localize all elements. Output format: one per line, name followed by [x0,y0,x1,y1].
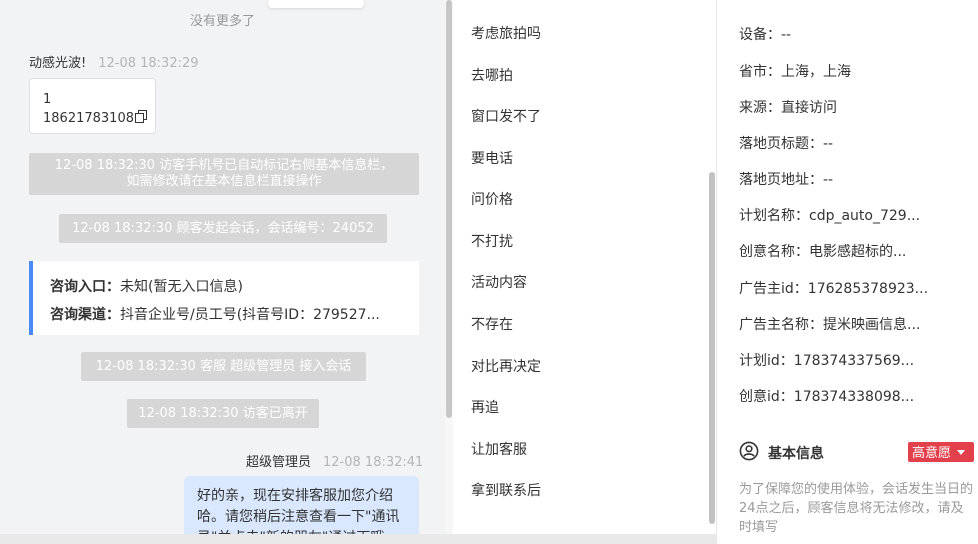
quick-reply-item[interactable]: 活动内容 [471,272,527,292]
info-field-plan-name: 计划名称：cdp_auto_729... [739,205,920,225]
field-value: -- [781,27,792,43]
phone-number: 18621783108 [43,111,134,126]
copy-icon[interactable] [134,110,147,129]
field-label: 来源： [739,100,781,116]
field-label: 落地页地址： [739,172,823,188]
field-value: 电影感超标的... [809,244,907,260]
info-edit-notice: 为了保障您的使用体验，会话发生当日的24点之后，顾客信息将无法修改，请及时填写 [739,482,974,535]
system-message-line: 如需修改请在基本信息栏直接操作 [126,174,322,189]
info-field-plan-id: 计划id：178374337569... [739,350,914,370]
phone-card: 1 18621783108 [29,78,156,134]
quick-reply-item[interactable]: 拿到联系后 [471,480,541,500]
info-field-creative-name: 创意名称：电影感超标的... [739,241,906,261]
field-label: 创意id： [739,389,794,405]
system-message-line: 12-08 18:32:30 访客手机号已自动标记右侧基本信息栏， [54,158,394,173]
field-value: 提米映画信息... [823,317,921,333]
basic-info-title: 基本信息 [768,446,824,462]
top-popup-edge [268,0,364,8]
info-field-advertiser-id: 广告主id：176285378923... [739,278,928,298]
field-value: 178374338098... [793,389,915,405]
consult-info-card: 咨询入口：未知(暂无入口信息) 咨询渠道：抖音企业号/员工号(抖音号ID：279… [29,261,419,335]
quick-reply-item[interactable]: 对比再决定 [471,356,541,376]
chat-scrollbar-thumb[interactable] [446,0,452,418]
quick-reply-item[interactable]: 不打扰 [471,231,513,251]
field-label: 计划名称： [739,208,809,224]
info-field-landing-url: 落地页地址：-- [739,169,833,189]
consult-channel-value: 抖音企业号/员工号(抖音号ID：279527... [120,307,380,323]
info-field-landing-title: 落地页标题：-- [739,133,833,153]
field-label: 计划id： [739,353,794,369]
field-label: 广告主名称： [739,317,823,333]
system-message-session-start: 12-08 18:32:30 顾客发起会话，会话编号：24052 [59,214,387,243]
info-field-advertiser-name: 广告主名称：提米映画信息... [739,314,920,334]
visitor-info-panel: 设备：-- 省市：上海，上海 来源：直接访问 落地页标题：-- 落地页地址：--… [717,0,978,544]
agent-reply-bubble: 好的亲，现在安排客服加您介绍哈。请您稍后注意查看一下"通讯录"并点击"新的朋友"… [184,476,419,534]
quick-reply-scrollbar[interactable] [708,0,716,534]
visitor-message-header: 动感光波! 12-08 18:32:29 [29,52,199,71]
bottom-horizontal-bar [0,534,716,544]
system-message-phone-marked: 12-08 18:32:30 访客手机号已自动标记右侧基本信息栏， 如需修改请在… [29,153,419,195]
agent-message-header: 超级管理员 12-08 18:32:41 [246,451,423,470]
field-value: cdp_auto_729... [809,208,921,224]
quick-reply-item[interactable]: 再追 [471,397,499,417]
chat-panel: 没有更多了 动感光波! 12-08 18:32:29 1 18621783108 … [0,0,445,534]
field-value: 直接访问 [781,100,837,116]
visitor-name: 动感光波! [29,56,87,71]
quick-reply-item[interactable]: 不存在 [471,314,513,334]
field-value: 上海，上海 [781,64,851,80]
quick-reply-item[interactable]: 去哪拍 [471,65,513,85]
field-label: 省市： [739,64,781,80]
field-label: 落地页标题： [739,136,823,152]
quick-reply-item[interactable]: 让加客服 [471,439,527,459]
field-label: 设备： [739,27,781,43]
field-value: -- [823,172,834,188]
consult-channel-label: 咨询渠道： [50,307,120,323]
field-label: 广告主id： [739,281,808,297]
intent-level-dropdown[interactable]: 高意愿 [908,442,974,462]
quick-reply-scrollbar-thumb[interactable] [709,172,715,524]
visitor-message-time: 12-08 18:32:29 [98,56,199,71]
info-field-source: 来源：直接访问 [739,97,837,117]
caret-down-icon [957,442,966,462]
quick-reply-item[interactable]: 要电话 [471,148,513,168]
agent-name: 超级管理员 [246,455,312,470]
quick-reply-list: 考虑旅拍吗 去哪拍 窗口发不了 要电话 问价格 不打扰 活动内容 不存在 对比再… [453,0,708,534]
info-field-device: 设备：-- [739,24,791,44]
no-more-hint: 没有更多了 [189,14,255,29]
quick-reply-item[interactable]: 窗口发不了 [471,106,541,126]
consult-entry-value: 未知(暂无入口信息) [120,279,243,295]
user-circle-icon [739,441,759,465]
intent-level-label: 高意愿 [912,446,952,461]
chat-scrollbar[interactable] [445,0,453,534]
field-value: 176285378923... [807,281,929,297]
system-message-visitor-left: 12-08 18:32:30 访客已离开 [127,399,319,428]
field-label: 创意名称： [739,244,809,260]
field-value: 178374337569... [793,353,915,369]
system-message-agent-join: 12-08 18:32:30 客服 超级管理员 接入会话 [81,352,366,381]
consult-entry-label: 咨询入口： [50,279,120,295]
agent-message-time: 12-08 18:32:41 [323,455,424,470]
field-value: -- [823,136,834,152]
info-field-province-city: 省市：上海，上海 [739,61,851,81]
phone-card-line1: 1 [43,92,52,107]
info-field-creative-id: 创意id：178374338098... [739,386,914,406]
quick-reply-item[interactable]: 考虑旅拍吗 [471,23,541,43]
quick-reply-item[interactable]: 问价格 [471,189,513,209]
